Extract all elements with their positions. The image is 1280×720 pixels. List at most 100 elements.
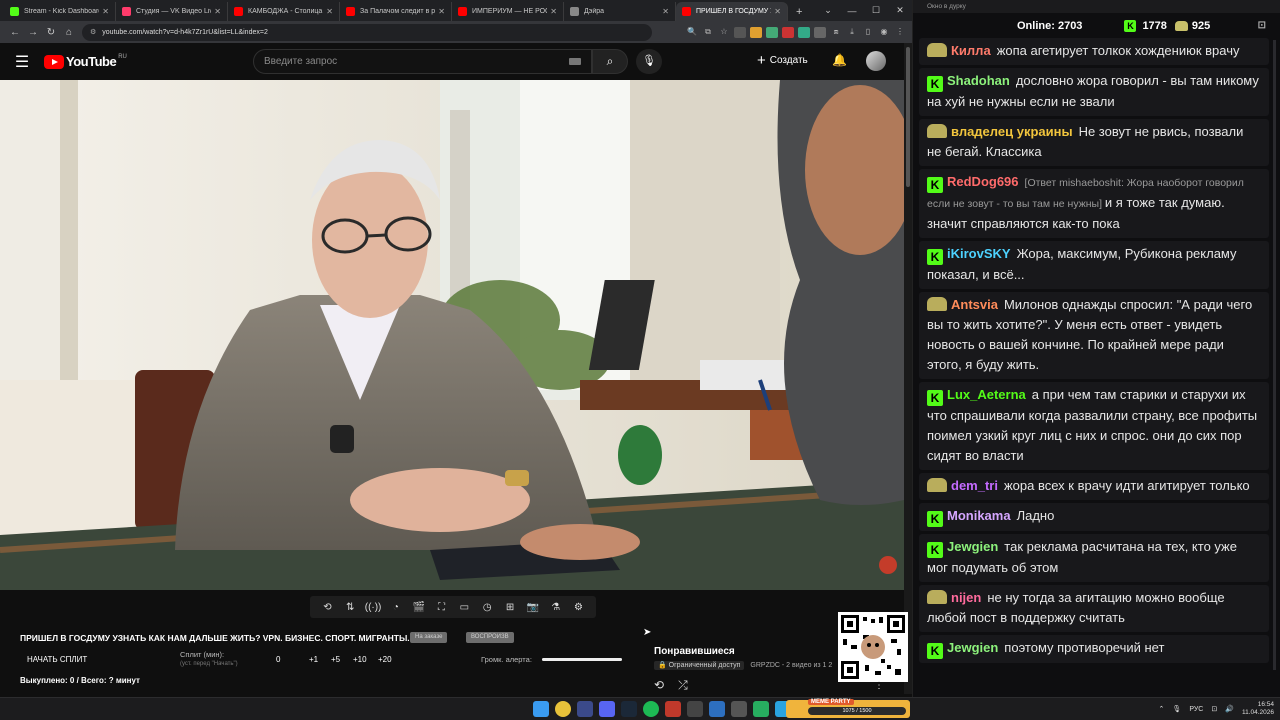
- chat-username[interactable]: Jewgien: [947, 640, 998, 655]
- video-player[interactable]: [0, 80, 904, 590]
- app-icon[interactable]: [687, 701, 703, 717]
- chat-username[interactable]: RedDog696: [947, 174, 1019, 189]
- split-value[interactable]: 0: [276, 655, 280, 664]
- extension-icon[interactable]: [814, 26, 826, 38]
- order-pill[interactable]: На заказе: [410, 632, 448, 643]
- chat-settings-icon[interactable]: ⊡: [1258, 20, 1266, 31]
- menu-dots-icon[interactable]: ⋮: [894, 27, 906, 38]
- volume-icon[interactable]: 🔊: [1225, 705, 1234, 713]
- app-icon[interactable]: [753, 701, 769, 717]
- loop-icon[interactable]: ⟲: [654, 678, 664, 693]
- sort-icon[interactable]: ⇅: [341, 602, 359, 613]
- app-icon[interactable]: [731, 701, 747, 717]
- shuffle-icon[interactable]: ⤮: [678, 678, 688, 693]
- clapperboard-icon[interactable]: 🎬: [410, 602, 428, 613]
- url-field[interactable]: ⚙ youtube.com/watch?v=d-h4k7Zr1rU&list=L…: [82, 23, 652, 41]
- extension-icon[interactable]: [750, 26, 762, 38]
- chat-message[interactable]: владелец украины Не зовут не рвись, позва…: [919, 119, 1269, 166]
- windows-start-icon[interactable]: [533, 701, 549, 717]
- playlist-title[interactable]: Понравившиеся: [654, 646, 735, 657]
- chat-username[interactable]: Lux_Aeterna: [947, 387, 1026, 402]
- discord-icon[interactable]: [599, 701, 615, 717]
- close-tab-icon[interactable]: ✕: [662, 7, 669, 16]
- chat-message[interactable]: K Monikama Ладно: [919, 503, 1269, 531]
- close-tab-icon[interactable]: ✕: [102, 7, 109, 16]
- miniplayer-icon[interactable]: ▭: [455, 602, 473, 613]
- chat-message[interactable]: nijen не ну тогда за агитацию можно вообщ…: [919, 585, 1269, 632]
- bookmark-star-icon[interactable]: ☆: [718, 27, 730, 38]
- browser-tab[interactable]: За Палачом следит в реал✕: [340, 2, 452, 21]
- split-add-20-button[interactable]: +20: [378, 655, 392, 664]
- close-tab-icon[interactable]: ✕: [438, 7, 445, 16]
- sidebar-icon[interactable]: ▯: [862, 27, 874, 38]
- chat-username[interactable]: Килла: [951, 43, 991, 58]
- watch-later-icon[interactable]: ◔: [387, 602, 405, 613]
- add-clip-icon[interactable]: ⊞: [501, 602, 519, 613]
- chat-message[interactable]: KiKirovSKY Жора, максимум, Рубикона рекла…: [919, 241, 1269, 289]
- chat-message[interactable]: K Lux_Aeterna а при чем там старики и стар…: [919, 382, 1269, 470]
- chat-message[interactable]: Antsvia Милонов однажды спросил: "А ради …: [919, 292, 1269, 379]
- reload-icon[interactable]: ↻: [42, 27, 60, 38]
- lang-indicator[interactable]: РУС: [1189, 706, 1203, 713]
- keyboard-icon[interactable]: [569, 58, 581, 65]
- loop-icon[interactable]: ⟲: [318, 602, 336, 613]
- close-window-button[interactable]: ✕: [888, 5, 912, 16]
- broadcast-icon[interactable]: ((·)): [364, 602, 382, 613]
- youtube-logo[interactable]: YouTube RU: [44, 54, 127, 69]
- new-tab-button[interactable]: +: [788, 6, 810, 21]
- flask-icon[interactable]: ⚗: [547, 602, 565, 613]
- chat-message[interactable]: K Jewgien поэтому противоречий нет: [919, 635, 1269, 663]
- notifications-bell-icon[interactable]: 🔔: [832, 53, 847, 67]
- maximize-button[interactable]: ☐: [864, 5, 888, 16]
- minimize-button[interactable]: —: [840, 6, 864, 16]
- search-button[interactable]: ⌕: [592, 49, 628, 74]
- split-add-10-button[interactable]: +10: [353, 655, 367, 664]
- spotify-icon[interactable]: [643, 701, 659, 717]
- profile-icon[interactable]: ◉: [878, 27, 890, 38]
- settings-gear-icon[interactable]: ⚙: [570, 602, 588, 613]
- extension-icon[interactable]: [734, 26, 746, 38]
- chat-username[interactable]: iKirovSKY: [947, 246, 1011, 261]
- tab-search-icon[interactable]: ⌄: [816, 5, 840, 16]
- search-input[interactable]: Введите запрос: [253, 49, 592, 74]
- chat-username[interactable]: dem_tri: [951, 478, 998, 493]
- extensions-puzzle-icon[interactable]: ⧈: [830, 27, 842, 38]
- close-tab-icon[interactable]: ✕: [214, 7, 221, 16]
- screenshot-camera-icon[interactable]: 📷: [524, 602, 542, 613]
- playback-pill[interactable]: ВОСПРОИЗВ: [466, 632, 514, 643]
- app-icon[interactable]: [577, 701, 593, 717]
- page-scrollbar[interactable]: [904, 43, 912, 694]
- chat-message-list[interactable]: Килла жопа агетирует толкок хождениюк вра…: [919, 38, 1269, 678]
- browser-tab[interactable]: Дэйра ✕: [564, 2, 676, 21]
- extension-icon[interactable]: [782, 26, 794, 38]
- close-tab-icon[interactable]: ✕: [774, 7, 781, 16]
- tray-chevron-icon[interactable]: ⌃: [1159, 705, 1165, 713]
- chat-username[interactable]: nijen: [951, 590, 981, 605]
- download-icon[interactable]: ⤓: [846, 27, 858, 38]
- steam-icon[interactable]: [621, 701, 637, 717]
- chat-scrollbar[interactable]: [1273, 40, 1276, 670]
- split-add-1-button[interactable]: +1: [309, 655, 318, 664]
- browser-tab[interactable]: ИМПЕРИУМ — НЕ РОССИ✕: [452, 2, 564, 21]
- speed-icon[interactable]: ◷: [478, 602, 496, 613]
- chrome-icon[interactable]: [555, 701, 571, 717]
- chat-username[interactable]: Jewgien: [947, 539, 998, 554]
- avatar[interactable]: [866, 51, 886, 71]
- install-icon[interactable]: ⧉: [702, 27, 714, 38]
- site-info-icon[interactable]: ⚙: [90, 28, 96, 36]
- app-icon[interactable]: [665, 701, 681, 717]
- chat-username[interactable]: Antsvia: [951, 297, 998, 312]
- chat-message[interactable]: dem_tri жора всех к врачу идти агитирует …: [919, 473, 1269, 500]
- chat-username[interactable]: владелец украины: [951, 124, 1073, 139]
- network-icon[interactable]: ⊡: [1211, 705, 1217, 713]
- start-split-button[interactable]: НАЧАТЬ СПЛИТ: [27, 655, 87, 664]
- browser-tab[interactable]: КАМБОДЖА - Столица Мир✕: [228, 2, 340, 21]
- browser-tab[interactable]: Студия — VK Видео Live ✕: [116, 2, 228, 21]
- close-tab-icon[interactable]: ✕: [550, 7, 557, 16]
- zoom-icon[interactable]: 🔍: [686, 27, 698, 38]
- forward-arrow-icon[interactable]: →: [24, 27, 42, 38]
- extension-icon[interactable]: [766, 26, 778, 38]
- create-button[interactable]: + Создать: [757, 52, 808, 69]
- split-add-5-button[interactable]: +5: [331, 655, 340, 664]
- more-options-icon[interactable]: ⋮: [874, 680, 884, 691]
